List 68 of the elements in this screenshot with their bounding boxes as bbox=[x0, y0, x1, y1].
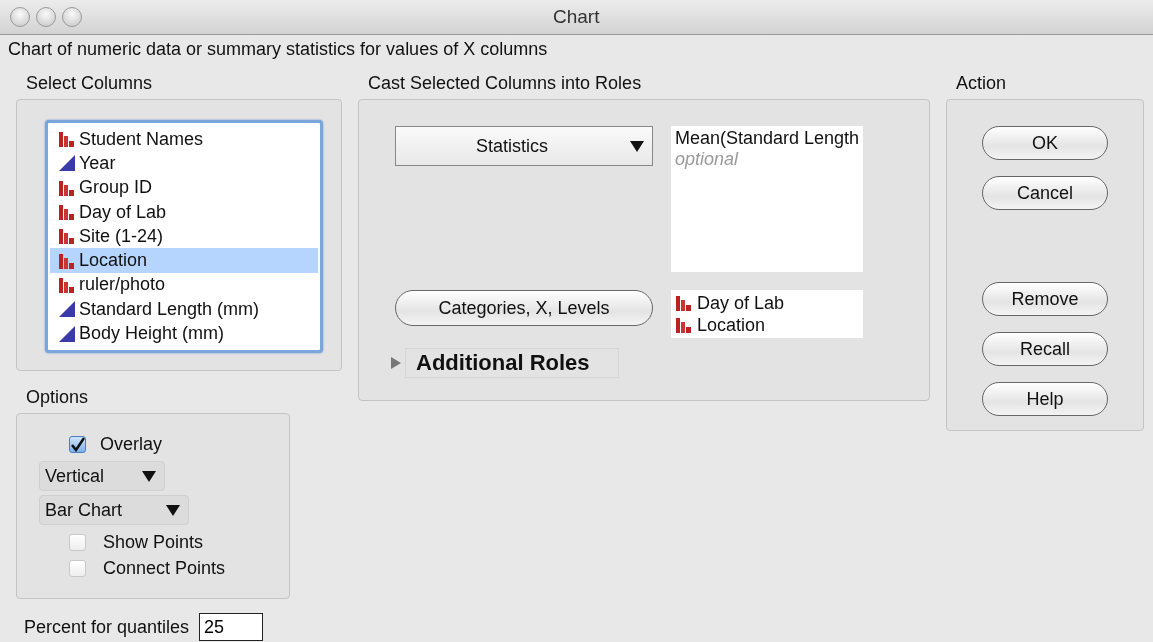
column-list[interactable]: Student Names Year Group ID Day of Lab Site (1-24) Location ruler/photo Standard Length (mm) Body Height (mm) bbox=[45, 120, 323, 353]
window-title: Chart bbox=[553, 6, 600, 28]
checkbox[interactable] bbox=[69, 559, 86, 577]
quantiles-field[interactable]: 25 bbox=[199, 613, 264, 641]
dialog-description: Chart of numeric data or summary statistics for values of X columns bbox=[7, 38, 549, 61]
role-item: Day of Lab bbox=[697, 292, 785, 314]
checkbox[interactable] bbox=[69, 533, 86, 551]
placeholder-text: optional bbox=[675, 149, 740, 170]
column-name: Site (1-24) bbox=[79, 225, 164, 247]
orientation-dropdown[interactable]: Vertical bbox=[39, 461, 165, 491]
caret-icon bbox=[630, 140, 644, 152]
column-item[interactable]: Group ID bbox=[50, 175, 318, 200]
group-label: Select Columns bbox=[25, 72, 154, 95]
disclosure-triangle-icon[interactable] bbox=[391, 357, 401, 369]
role-item: Mean(Standard Length bbox=[675, 128, 859, 149]
bar-chart-icon bbox=[58, 203, 76, 222]
bar-chart-icon bbox=[58, 251, 76, 270]
bar-chart-icon bbox=[58, 130, 76, 149]
column-item[interactable]: Day of Lab bbox=[50, 199, 318, 225]
categories-button[interactable]: Categories, X, Levels bbox=[395, 290, 653, 326]
statistics-dropdown[interactable]: Statistics bbox=[395, 126, 653, 166]
column-name: Body Height (mm) bbox=[79, 323, 225, 344]
caret-icon bbox=[142, 470, 156, 482]
checkmark-icon bbox=[70, 437, 85, 452]
group-label: Cast Selected Columns into Roles bbox=[367, 72, 643, 95]
column-item[interactable]: ruler/photo bbox=[50, 272, 318, 298]
close-button[interactable] bbox=[10, 7, 30, 27]
column-name: Standard Length (mm) bbox=[79, 298, 260, 320]
section-heading[interactable]: Additional Roles bbox=[405, 348, 619, 378]
bar-chart-icon bbox=[58, 178, 76, 197]
column-name: Year bbox=[79, 152, 116, 174]
zoom-button[interactable] bbox=[62, 7, 82, 27]
minimize-button[interactable] bbox=[36, 7, 56, 27]
column-item[interactable]: Location bbox=[50, 248, 318, 273]
role-item: Location bbox=[697, 314, 766, 336]
action-button[interactable]: Help bbox=[982, 382, 1108, 416]
group-label: Action bbox=[955, 72, 1008, 95]
bar-chart-icon bbox=[58, 275, 76, 294]
action-button[interactable]: Recall bbox=[982, 332, 1108, 366]
checkbox-label: Overlay bbox=[100, 434, 162, 455]
checkbox-label: Connect Points bbox=[103, 557, 226, 579]
action-button[interactable]: Cancel bbox=[982, 176, 1108, 210]
column-name: Location bbox=[79, 250, 148, 272]
column-name: Day of Lab bbox=[79, 201, 167, 223]
overlay-checkbox[interactable] bbox=[69, 436, 86, 453]
triangle-icon bbox=[58, 300, 76, 319]
bar-chart-icon bbox=[675, 316, 693, 334]
bar-chart-icon bbox=[675, 294, 693, 312]
column-name: Group ID bbox=[79, 177, 153, 199]
action-button[interactable]: OK bbox=[982, 126, 1108, 160]
checkbox-label: Show Points bbox=[103, 531, 204, 553]
column-item[interactable]: Standard Length (mm) bbox=[50, 297, 318, 322]
column-item[interactable]: Year bbox=[50, 151, 318, 176]
triangle-icon bbox=[58, 154, 76, 173]
column-item[interactable]: Site (1-24) bbox=[50, 224, 318, 249]
action-button[interactable]: Remove bbox=[982, 282, 1108, 316]
field-label: Percent for quantiles bbox=[24, 616, 190, 638]
caret-icon bbox=[166, 504, 180, 516]
chart-type-dropdown[interactable]: Bar Chart bbox=[39, 495, 189, 525]
statistics-role-list[interactable]: Mean(Standard Length optional bbox=[671, 126, 863, 272]
bar-chart-icon bbox=[58, 227, 76, 246]
column-name: ruler/photo bbox=[79, 274, 166, 296]
group-label: Options bbox=[25, 386, 90, 409]
column-item[interactable]: Student Names bbox=[50, 127, 318, 152]
column-item[interactable]: Body Height (mm) bbox=[50, 321, 318, 346]
categories-role-list[interactable]: Day of Lab Location bbox=[671, 290, 863, 338]
column-name: Student Names bbox=[79, 128, 204, 150]
triangle-icon bbox=[58, 324, 76, 343]
